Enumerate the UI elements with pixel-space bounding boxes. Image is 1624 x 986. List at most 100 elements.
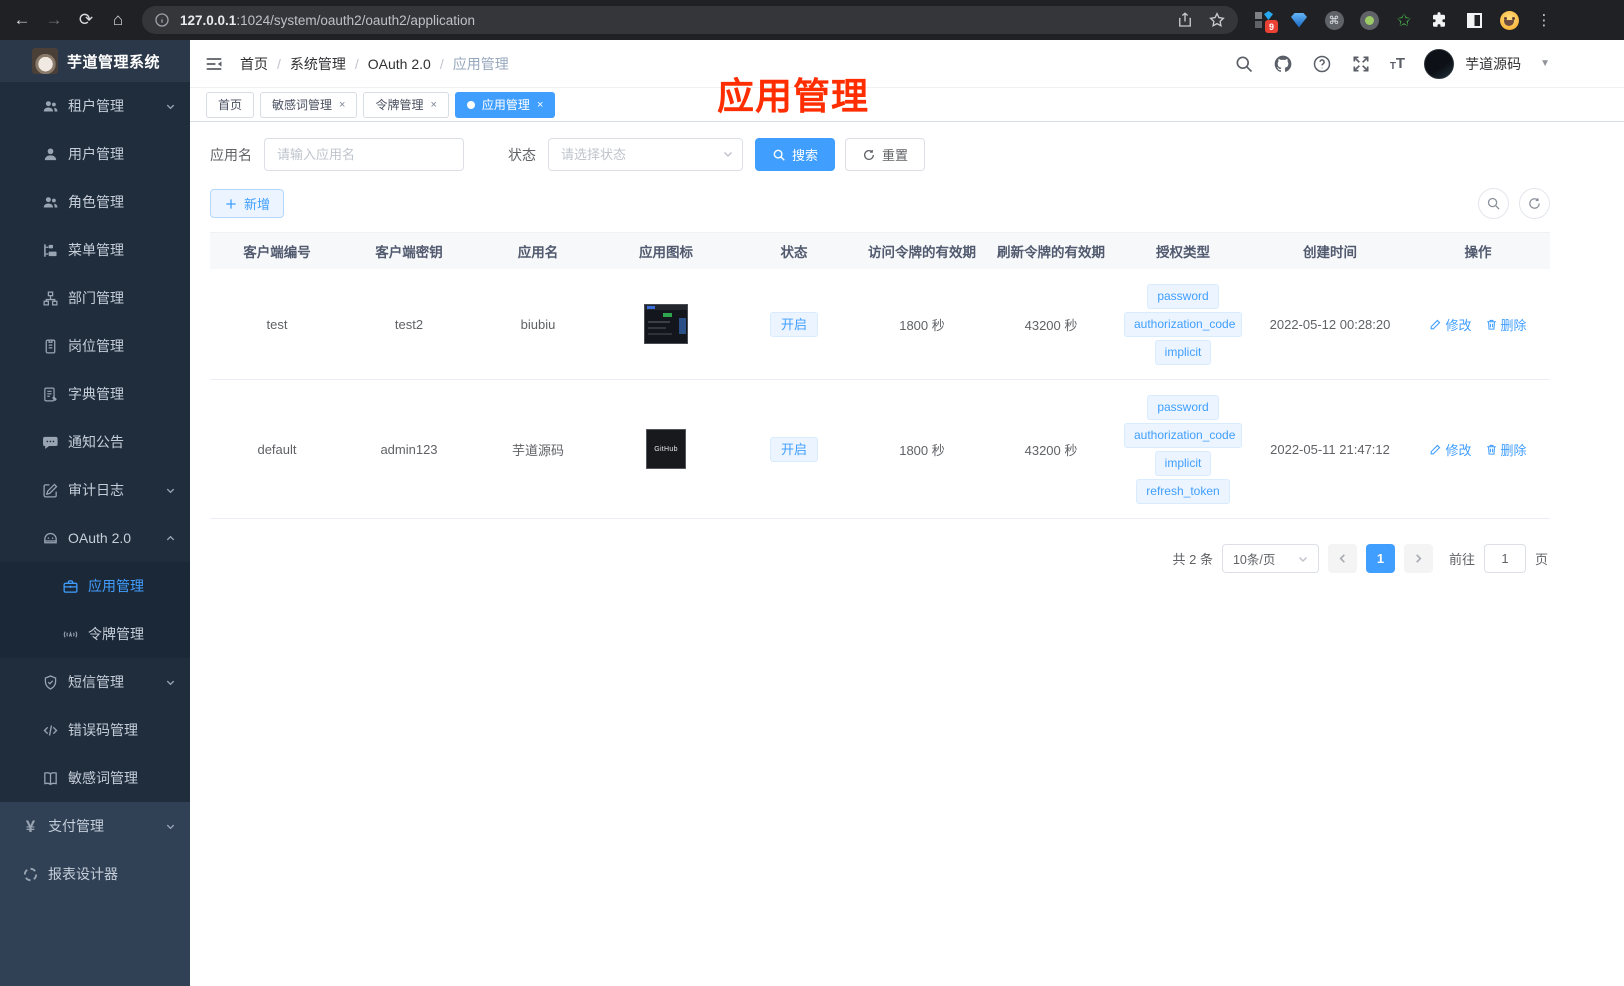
profile-avatar-icon[interactable] (1499, 10, 1519, 30)
github-icon[interactable] (1273, 54, 1293, 74)
next-page-button[interactable] (1403, 544, 1433, 573)
browser-home-icon[interactable]: ⌂ (102, 4, 134, 36)
address-bar[interactable]: 127.0.0.1:1024/system/oauth2/oauth2/appl… (142, 6, 1238, 34)
reset-button[interactable]: 重置 (845, 138, 926, 171)
status-badge[interactable]: 开启 (769, 436, 818, 462)
access-token-ttl-cell: 1800 秒 (899, 442, 945, 458)
column-header: 授权类型 (1156, 245, 1210, 260)
breadcrumb-item: 应用管理 (452, 55, 509, 72)
browser-menu-icon[interactable]: ⋮ (1534, 10, 1554, 30)
user-avatar[interactable] (1424, 48, 1455, 79)
search-button[interactable]: 搜索 (755, 138, 836, 171)
edit-button[interactable]: 修改 (1429, 315, 1472, 334)
created-at-cell: 2022-05-12 00:28:20 (1269, 316, 1391, 332)
page-size-select[interactable]: 10条/页 (1221, 544, 1319, 573)
pagination: 共 2 条 10条/页 1 前往 页 (210, 544, 1550, 573)
sidebar-item-审计日志[interactable]: 审计日志 (0, 466, 190, 514)
add-button[interactable]: 新增 (210, 189, 285, 218)
tab-令牌管理[interactable]: 令牌管理 × (363, 91, 449, 118)
prev-page-button[interactable] (1327, 544, 1357, 573)
sidebar-item-敏感词管理[interactable]: 敏感词管理 (0, 754, 190, 802)
chevron-down-icon (1298, 556, 1307, 563)
gem-extension-icon[interactable] (1289, 10, 1309, 30)
page-number-current[interactable]: 1 (1365, 544, 1395, 573)
app-github-thumbnail: GitHub (646, 429, 686, 469)
goto-page-input[interactable] (1483, 544, 1526, 573)
sidebar-item-报表设计器[interactable]: 报表设计器 (0, 850, 190, 898)
star-extension-icon[interactable]: ✩ (1394, 10, 1414, 30)
sidebar-item-用户管理[interactable]: 用户管理 (0, 130, 190, 178)
app-logo-row[interactable]: 芋道管理系统 (0, 40, 190, 82)
report-designer-icon (22, 866, 39, 883)
browser-forward-icon[interactable]: → (38, 4, 70, 36)
bookmark-star-icon[interactable] (1208, 11, 1226, 29)
app-name-input[interactable] (264, 138, 464, 171)
created-at-cell: 2022-05-11 21:47:12 (1270, 441, 1390, 457)
sidebar-item-错误码管理[interactable]: 错误码管理 (0, 706, 190, 754)
page-unit-label: 页 (1534, 552, 1548, 567)
tab-首页[interactable]: 首页 (206, 91, 255, 118)
recorder-extension-icon[interactable] (1359, 10, 1379, 30)
status-badge[interactable]: 开启 (769, 311, 818, 337)
main-area: 首页 / 系统管理 / OAuth 2.0/应用管理 TT 芋道源码 ▼ 首页 … (190, 40, 1624, 986)
toggle-search-button[interactable] (1478, 188, 1509, 219)
edit-button[interactable]: 修改 (1429, 440, 1472, 459)
sidebar-item-部门管理[interactable]: 部门管理 (0, 274, 190, 322)
grant-type-tag: implicit (1154, 450, 1212, 476)
font-size-icon[interactable]: TT (1390, 55, 1405, 72)
active-tab-dot (466, 100, 475, 109)
org-chart-icon (42, 290, 59, 307)
code-icon (42, 722, 59, 739)
navbar-actions: TT 芋道源码 ▼ (1234, 48, 1550, 79)
site-info-icon[interactable] (154, 12, 170, 28)
sidebar-item-label: 短信管理 (68, 674, 124, 690)
tab-close-icon[interactable]: × (339, 99, 345, 111)
app-name-label: 应用名 (210, 146, 252, 163)
side-panel-icon[interactable] (1464, 10, 1484, 30)
sidebar-item-label: 敏感词管理 (68, 770, 138, 786)
sidebar-item-岗位管理[interactable]: 岗位管理 (0, 322, 190, 370)
browser-back-icon[interactable]: ← (6, 4, 38, 36)
breadcrumb-item[interactable]: OAuth 2.0 (368, 56, 431, 72)
sidebar-item-字典管理[interactable]: 字典管理 (0, 370, 190, 418)
browser-reload-icon[interactable]: ⟳ (70, 4, 102, 36)
sidebar-item-通知公告[interactable]: 通知公告 (0, 418, 190, 466)
actions-cell: 修改 删除 (1410, 315, 1546, 334)
column-header: 创建时间 (1303, 245, 1357, 260)
share-icon[interactable] (1176, 11, 1194, 29)
sidebar-item-菜单管理[interactable]: 菜单管理 (0, 226, 190, 274)
search-icon[interactable] (1234, 54, 1254, 74)
tab-close-icon[interactable]: × (430, 99, 436, 111)
delete-button[interactable]: 删除 (1485, 315, 1527, 334)
tab-label: 敏感词管理 (272, 98, 333, 112)
chevron-down-icon (723, 151, 733, 158)
sidebar-item-短信管理[interactable]: 短信管理 (0, 658, 190, 706)
sidebar-item-角色管理[interactable]: 角色管理 (0, 178, 190, 226)
tab-close-icon[interactable]: × (537, 99, 543, 111)
refresh-table-button[interactable] (1519, 188, 1550, 219)
puzzle-extensions-icon[interactable] (1429, 10, 1449, 30)
status-select[interactable] (548, 138, 743, 171)
sidebar-item-租户管理[interactable]: 租户管理 (0, 82, 190, 130)
sidebar-item-支付管理[interactable]: ¥ 支付管理 (0, 802, 190, 850)
breadcrumb-item[interactable]: 系统管理 (290, 54, 346, 74)
sidebar-item-OAuth 2.0[interactable]: OAuth 2.0 (0, 514, 190, 562)
username[interactable]: 芋道源码 (1465, 54, 1521, 74)
sidebar-item-应用管理[interactable]: 应用管理 (0, 562, 190, 610)
help-icon[interactable] (1312, 54, 1332, 74)
column-header: 客户端密钥 (375, 245, 443, 260)
status-select-input[interactable] (548, 138, 743, 171)
tab-应用管理[interactable]: 应用管理 × (454, 91, 556, 118)
sidebar-collapse-icon[interactable] (204, 54, 224, 74)
command-extension-icon[interactable]: ⌘ (1324, 10, 1344, 30)
fullscreen-icon[interactable] (1351, 54, 1371, 74)
tab-敏感词管理[interactable]: 敏感词管理 × (260, 91, 358, 118)
sidebar-item-令牌管理[interactable]: 令牌管理 (0, 610, 190, 658)
column-header: 应用名 (517, 245, 559, 260)
app-dashboard-thumbnail (644, 304, 688, 344)
menu-tree-icon (42, 242, 59, 259)
metamask-grid-icon[interactable]: 9 (1254, 10, 1278, 33)
breadcrumb-item[interactable]: 首页 (240, 54, 268, 74)
delete-button[interactable]: 删除 (1485, 440, 1527, 459)
user-menu-caret-icon[interactable]: ▼ (1540, 58, 1550, 69)
